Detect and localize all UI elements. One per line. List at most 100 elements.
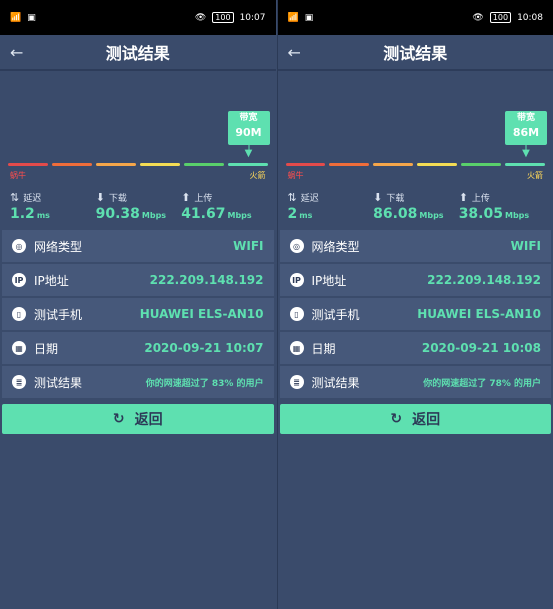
metric-upload-unit: Mbps	[227, 211, 252, 220]
row-result-left: ≣ 测试结果	[289, 374, 360, 391]
metric-download-number: 86.08	[373, 206, 418, 222]
row-result-value: 你的网速超过了 78% 的用户	[423, 378, 541, 389]
row-phone-value: HUAWEI ELS-AN10	[417, 307, 541, 321]
scale-seg-3	[95, 163, 136, 166]
badge-arrow-icon: ▼	[244, 148, 253, 159]
row-result: ≣ 测试结果 你的网速超过了 83% 的用户	[2, 366, 274, 398]
metric-download-unit: Mbps	[419, 211, 444, 220]
speed-meter: 带宽 86M ▼ 蜗牛 火箭	[278, 71, 553, 191]
row-result-label: 测试结果	[311, 375, 360, 390]
metrics: ⇅ 延迟 1.2 ms ⬇ 下载 90.38 Mbps ⬆ 上传 41.67 M…	[0, 191, 276, 222]
screen-right: 📶 ▣ 👁 100 10:08 ← 测试结果 带宽 86M ▼ 蜗牛 火箭 ⇅ …	[277, 0, 553, 609]
status-bar: 📶 ▣ 👁 100 10:08	[277, 0, 553, 35]
metric-upload-head: ⬆ 上传	[459, 191, 543, 204]
row-network-label: 网络类型	[34, 239, 83, 254]
row-phone: ▯ 测试手机 HUAWEI ELS-AN10	[279, 298, 551, 330]
metric-upload-label: 上传	[194, 194, 213, 204]
metrics: ⇅ 延迟 2 ms ⬇ 下载 86.08 Mbps ⬆ 上传 38.05 Mbp…	[278, 191, 553, 222]
sim-icon: ▣	[304, 12, 314, 23]
row-ip-left: IP IP地址	[289, 272, 347, 289]
globe-icon: ◎	[289, 239, 304, 253]
status-icons: 📶 ▣	[10, 13, 36, 23]
scale-seg-2	[51, 163, 92, 166]
wifi-icon: 📶	[10, 12, 22, 23]
scale-labels: 蜗牛 火箭	[10, 170, 266, 181]
ip-icon: IP	[289, 273, 304, 287]
arrow-left-icon[interactable]: ←	[10, 43, 23, 62]
scale-seg-5	[183, 163, 224, 166]
row-phone-left: ▯ 测试手机	[12, 306, 82, 323]
scale-seg-1	[8, 163, 48, 166]
scale-seg-4	[417, 163, 458, 166]
arrow-left-icon[interactable]: ←	[288, 43, 301, 62]
status-right: 👁 100 10:08	[472, 12, 543, 23]
metric-latency-unit: ms	[299, 211, 313, 220]
row-date-left: ▦ 日期	[12, 340, 58, 357]
calendar-icon: ▦	[289, 341, 304, 355]
scale-seg-4	[139, 163, 180, 166]
metric-download-unit: Mbps	[141, 211, 167, 220]
return-button[interactable]: ↻ 返回	[279, 404, 551, 434]
row-ip-value: 222.209.148.192	[149, 273, 264, 287]
page-title: 测试结果	[105, 44, 170, 63]
row-result-label: 测试结果	[34, 375, 83, 390]
row-phone-value: HUAWEI ELS-AN10	[139, 307, 264, 321]
metric-latency-unit: ms	[36, 211, 50, 220]
metric-latency-value: 1.2 ms	[10, 206, 94, 222]
row-ip-value: 222.209.148.192	[427, 273, 541, 287]
row-network-label: 网络类型	[311, 239, 360, 254]
status-bar: 📶 ▣ 👁 100 10:07	[0, 0, 276, 35]
status-right: 👁 100 10:07	[195, 12, 266, 23]
scale-labels: 蜗牛 火箭	[288, 170, 544, 181]
status-icons: 📶 ▣	[288, 13, 314, 23]
row-network-type: ◎ 网络类型 WIFI	[279, 230, 551, 262]
row-ip: IP IP地址 222.209.148.192	[2, 264, 274, 296]
scale-seg-2	[329, 163, 370, 166]
row-ip-label: IP地址	[34, 273, 69, 288]
document-icon: ≣	[289, 375, 304, 389]
row-network-type: ◎ 网络类型 WIFI	[2, 230, 274, 262]
page-title: 测试结果	[383, 44, 448, 63]
upload-icon: ⬆	[181, 191, 191, 204]
bandwidth-value: 90M	[235, 126, 262, 139]
row-result: ≣ 测试结果 你的网速超过了 78% 的用户	[279, 366, 551, 398]
row-result-value: 你的网速超过了 83% 的用户	[145, 378, 264, 389]
metric-download-label: 下载	[108, 194, 127, 204]
battery-indicator: 100	[212, 12, 234, 23]
metric-download-value: 90.38 Mbps	[96, 206, 180, 222]
row-date-left: ▦ 日期	[289, 340, 336, 357]
row-phone-left: ▯ 测试手机	[289, 306, 360, 323]
row-result-left: ≣ 测试结果	[12, 374, 82, 391]
top-bar: ← 测试结果	[277, 35, 553, 71]
refresh-icon: ↻	[112, 411, 125, 427]
info-list: ◎ 网络类型 WIFI IP IP地址 222.209.148.192 ▯ 测试…	[278, 230, 553, 398]
ip-icon: IP	[12, 273, 26, 287]
metric-download-number: 90.38	[95, 206, 140, 222]
row-ip-left: IP IP地址	[12, 272, 69, 289]
metric-latency-number: 2	[287, 206, 298, 222]
return-button[interactable]: ↻ 返回	[2, 404, 274, 434]
phone-icon: ▯	[12, 307, 26, 321]
row-ip-label: IP地址	[311, 273, 347, 288]
eye-icon: 👁	[472, 12, 484, 23]
return-label: 返回	[412, 412, 441, 428]
scale-seg-5	[461, 163, 502, 166]
document-icon: ≣	[12, 375, 26, 389]
metric-download: ⬇ 下载 86.08 Mbps	[373, 191, 457, 222]
refresh-icon: ↻	[390, 411, 403, 427]
metric-download-value: 86.08 Mbps	[373, 206, 457, 222]
metric-download-head: ⬇ 下载	[96, 191, 180, 204]
speed-scale	[285, 163, 546, 166]
scale-left-label: 蜗牛	[287, 171, 304, 180]
scale-seg-3	[373, 163, 414, 166]
badge-arrow-icon: ▼	[522, 148, 530, 159]
screen-left: 📶 ▣ 👁 100 10:07 ← 测试结果 带宽 90M ▼ 蜗牛 火箭 ⇅ …	[0, 0, 276, 609]
scale-left-label: 蜗牛	[10, 171, 26, 180]
download-icon: ⬇	[95, 191, 105, 204]
row-phone: ▯ 测试手机 HUAWEI ELS-AN10	[2, 298, 274, 330]
row-phone-label: 测试手机	[311, 307, 360, 322]
scale-right-label: 火箭	[249, 171, 266, 180]
row-date-value: 2020-09-21 10:07	[144, 341, 264, 355]
row-network-left: ◎ 网络类型	[289, 238, 360, 255]
row-phone-label: 测试手机	[34, 307, 83, 322]
